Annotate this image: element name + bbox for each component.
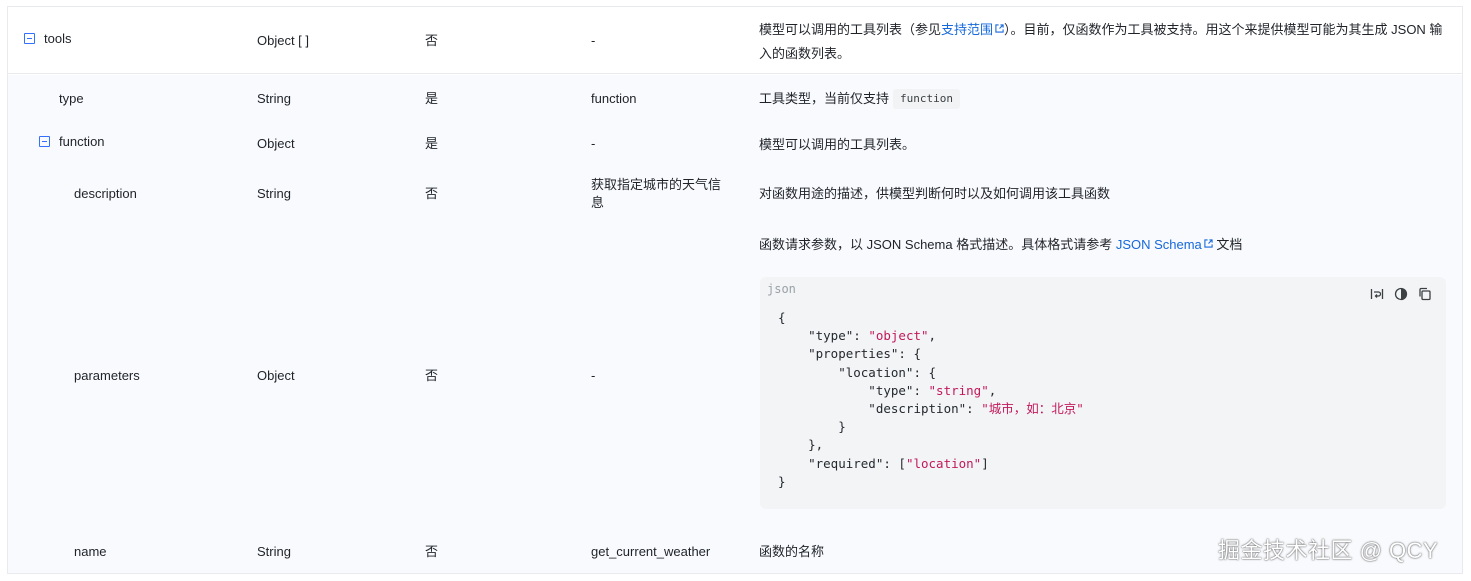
param-default: - [591,368,596,383]
param-name: description [74,186,137,201]
param-name: type [59,91,84,106]
param-description: 模型可以调用的工具列表（参见支持范围 ）。目前，仅函数作为工具被支持。用这个来提供… [759,21,1442,39]
link-label: 支持范围 [941,22,994,37]
param-type: Object [257,368,295,383]
minus-square-icon[interactable] [24,33,35,44]
param-default: - [591,33,596,48]
param-name: name [74,544,107,559]
param-required: 是 [425,91,439,106]
description-text: 函数请求参数，以 JSON Schema 格式描述。具体格式请参考 [759,237,1116,252]
param-type: Object [257,136,295,151]
param-type: Object [ ] [257,33,310,48]
param-default: function [591,91,637,106]
wrap-lines-icon[interactable] [1370,287,1384,301]
param-name: function [59,134,105,149]
param-required: 是 [425,136,439,151]
theme-contrast-icon[interactable] [1394,287,1408,301]
row-divider [8,73,1462,74]
param-required: 否 [425,186,439,201]
param-name: tools [44,31,72,46]
minus-square-icon[interactable] [39,136,50,147]
support-scope-link[interactable]: 支持范围 [941,22,1004,37]
param-description-line2: 入的函数列表。 [759,46,851,61]
param-type: String [257,544,291,559]
param-description: 工具类型，当前仅支持 [759,91,890,106]
param-required: 否 [425,368,439,383]
param-description: 模型可以调用的工具列表。 [759,137,916,152]
copy-icon[interactable] [1418,287,1432,301]
param-default: 获取指定城市的天气信 [591,177,722,192]
param-required: 否 [425,33,439,48]
param-required: 否 [425,544,439,559]
code-content: { "type": "object", "properties": { "loc… [778,310,1084,489]
code-toolbar [1370,287,1432,301]
json-schema-link[interactable]: JSON Schema [1116,237,1213,252]
param-name: parameters [74,368,140,383]
watermark: 掘金技术社区 @ QCY [1218,538,1439,563]
param-default-line2: 息 [591,195,605,210]
external-link-icon [1204,239,1213,248]
param-description: 函数请求参数，以 JSON Schema 格式描述。具体格式请参考 JSON S… [759,236,1242,254]
param-type: String [257,186,291,201]
link-label: JSON Schema [1115,237,1202,252]
param-default: get_current_weather [591,544,711,559]
param-description: 函数的名称 [759,544,825,559]
param-default: - [591,136,596,151]
param-description: 对函数用途的描述，供模型判断何时以及如何调用该工具函数 [759,186,1111,201]
description-text: 文档 [1212,237,1243,252]
description-text: 模型可以调用的工具列表（参见 [759,22,942,37]
description-text: ）。目前，仅函数作为工具被支持。用这个来提供模型可能为其生成 JSON 输 [1004,22,1443,37]
code-block: json { "type": "object", "properties": {… [760,277,1446,509]
code-language-label: json [767,282,796,296]
external-link-icon [995,24,1004,33]
inline-code: function [893,89,960,109]
param-type: String [257,91,291,106]
